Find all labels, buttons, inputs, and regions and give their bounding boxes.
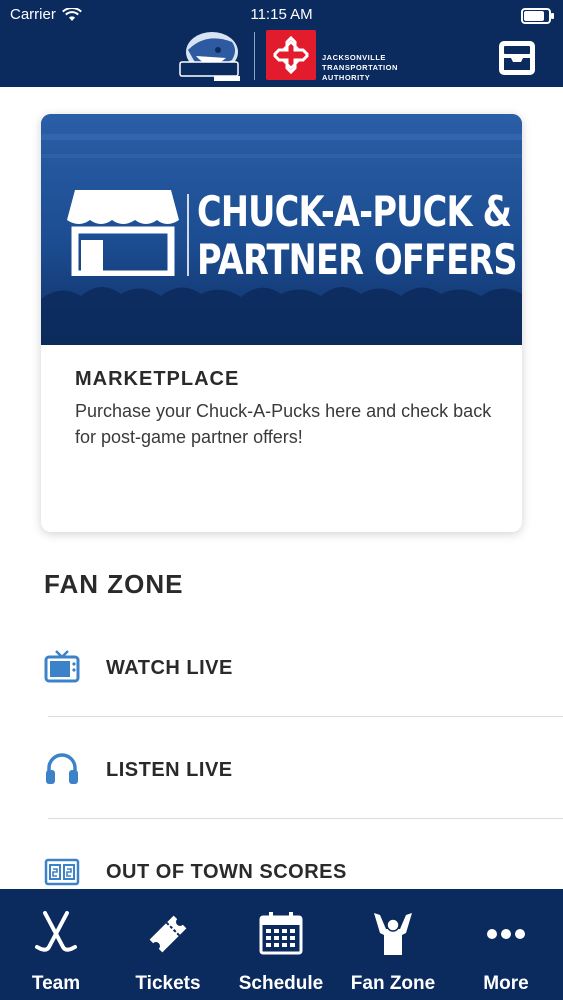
tab-schedule[interactable]: Schedule [225, 889, 337, 1000]
fan-zone-heading: FAN ZONE [44, 569, 184, 599]
cheering-fan-icon [374, 913, 412, 955]
jta-line-1: JACKSONVILLE [322, 53, 386, 62]
jta-line-2: TRANSPORTATION [322, 63, 398, 72]
card-title: MARKETPLACE [75, 368, 240, 390]
card-description: Purchase your Chuck-A-Pucks here and che… [75, 401, 492, 447]
inbox-icon[interactable] [498, 40, 536, 76]
more-dots-icon [487, 929, 525, 939]
jta-wordmark: JACKSONVILLE TRANSPORTATION AUTHORITY [322, 53, 412, 83]
tv-icon [44, 650, 80, 683]
tab-team-label: Team [31, 973, 81, 994]
divider [48, 818, 563, 819]
tab-fan-zone[interactable]: Fan Zone [337, 889, 449, 1000]
jta-line-3: AUTHORITY [322, 73, 371, 82]
marketplace-card[interactable]: CHUCK-A-PUCK & PARTNER OFFERS MARKETPLAC… [41, 114, 522, 532]
watch-live-label: WATCH LIVE [106, 657, 233, 679]
banner-line-2: PARTNER OFFERS [197, 235, 518, 284]
divider [48, 716, 563, 717]
calendar-icon [259, 912, 303, 955]
list-item-watch-live[interactable]: WATCH LIVE [0, 618, 563, 720]
tab-schedule-label: Schedule [238, 973, 324, 994]
storefront-icon [67, 190, 179, 276]
jta-logo [266, 30, 316, 80]
tab-tickets[interactable]: Tickets [112, 889, 224, 1000]
banner-headline: CHUCK-A-PUCK & PARTNER OFFERS [197, 188, 522, 284]
ticket-icon [149, 915, 187, 953]
out-of-town-scores-label: OUT OF TOWN SCORES [106, 861, 347, 883]
tab-bar: Team Tickets Schedule Fan Zone More [0, 889, 563, 1000]
tab-more-label: More [483, 973, 529, 994]
battery-icon [521, 8, 554, 24]
banner-line-1: CHUCK-A-PUCK & [197, 187, 512, 236]
tab-tickets-label: Tickets [135, 973, 201, 994]
scoreboard-icon [44, 858, 80, 886]
status-time: 11:15 AM [250, 6, 313, 23]
app-header: Carrier 11:15 AM JACKSONVILLE TRANSPORTA… [0, 0, 563, 87]
list-item-listen-live[interactable]: LISTEN LIVE [0, 720, 563, 822]
hockey-sticks-icon [35, 911, 77, 952]
tab-more[interactable]: More [450, 889, 562, 1000]
icemen-logo [179, 32, 240, 81]
battery-fill [524, 11, 544, 21]
listen-live-label: LISTEN LIVE [106, 759, 233, 781]
banner-divider [187, 194, 189, 276]
tab-team[interactable]: Team [0, 889, 112, 1000]
headphones-icon [46, 753, 78, 784]
tab-fan-zone-label: Fan Zone [350, 973, 436, 994]
logo-divider [254, 32, 255, 80]
marketplace-banner: CHUCK-A-PUCK & PARTNER OFFERS [41, 114, 522, 345]
